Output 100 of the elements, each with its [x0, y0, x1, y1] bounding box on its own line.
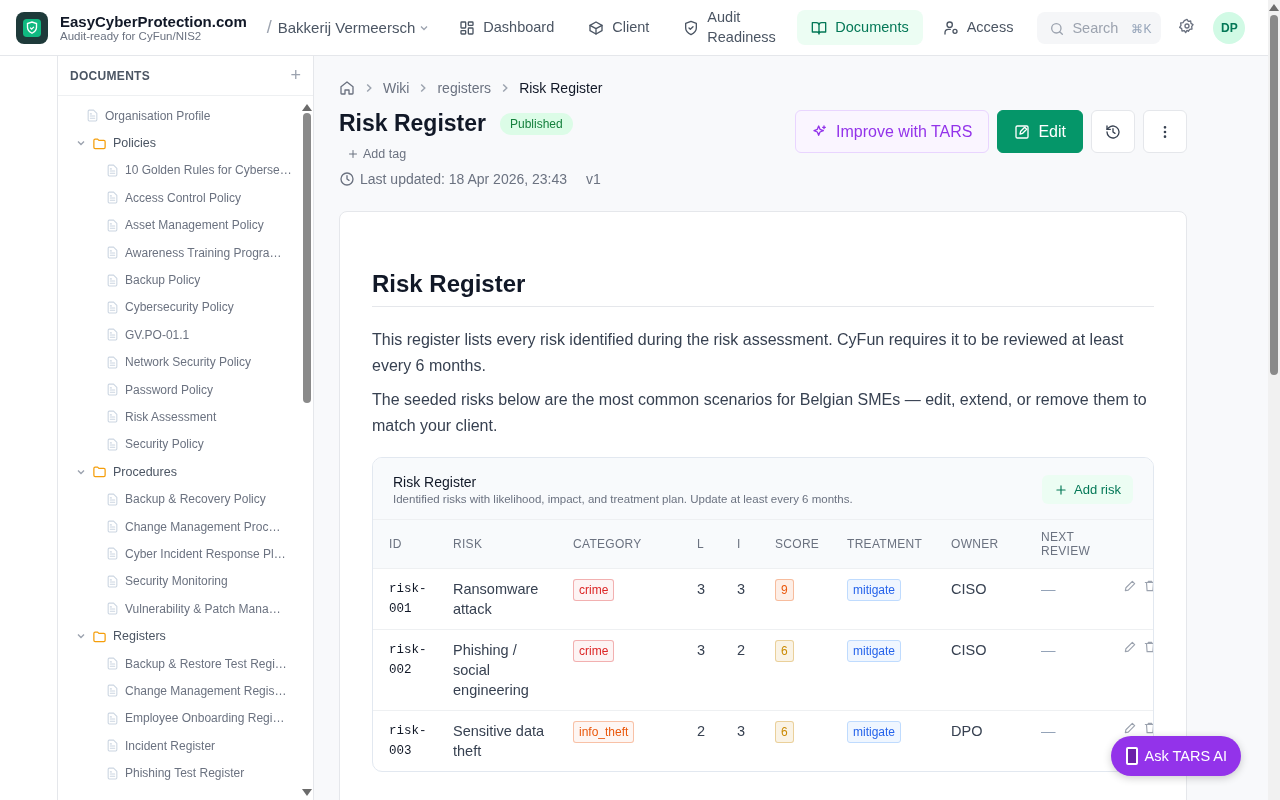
- table-cell: CISO: [935, 629, 1025, 711]
- sidebar-item[interactable]: Network Security Policy: [125, 355, 252, 370]
- sidebar-item[interactable]: Cyber Incident Response Pl…: [125, 546, 286, 561]
- column-header: I: [721, 519, 759, 569]
- sidebar-item[interactable]: Security Monitoring: [125, 574, 228, 589]
- pencil-icon: [1123, 579, 1137, 593]
- table-subtitle: Identified risks with likelihood, impact, and treatment plan. Update at least every 6 months.: [393, 493, 853, 505]
- shortcut-hint: ⌘K: [1131, 21, 1152, 36]
- version-label: v1: [586, 171, 601, 187]
- trash-icon: [1143, 640, 1153, 654]
- table-cell: Ransomware attack: [437, 568, 557, 630]
- user-avatar[interactable]: DP: [1213, 11, 1246, 44]
- table-cell: DPO: [935, 710, 1025, 771]
- file-icon: [106, 547, 119, 561]
- sidebar-item[interactable]: Change Management Regis…: [125, 683, 287, 698]
- folder-icon: [92, 135, 107, 151]
- table-cell: risk-002: [373, 629, 437, 711]
- nav-tab[interactable]: Audit Readiness: [669, 0, 792, 56]
- column-header: RISK: [437, 519, 557, 569]
- treatment-tag: mitigate: [847, 579, 902, 601]
- add-tag-button[interactable]: Add tag: [347, 147, 407, 161]
- sidebar-folder[interactable]: Registers: [113, 629, 166, 644]
- table-title: Risk Register: [393, 474, 478, 490]
- edit-button[interactable]: Edit: [997, 110, 1083, 153]
- category-tag: crime: [573, 640, 615, 662]
- workspace-selector[interactable]: Bakkerij Vermeersch: [277, 19, 430, 36]
- sidebar-item[interactable]: Incident Register: [125, 738, 216, 753]
- sidebar-item[interactable]: Phishing Test Register: [125, 766, 245, 781]
- folder-icon: [92, 464, 107, 480]
- file-icon: [106, 602, 119, 616]
- file-icon: [106, 273, 119, 287]
- sidebar-item[interactable]: Backup & Restore Test Regi…: [125, 656, 287, 671]
- file-icon: [106, 246, 119, 260]
- sidebar-item[interactable]: Backup Policy: [125, 273, 201, 288]
- sidebar-title: DOCUMENTS: [70, 68, 151, 83]
- sidebar-item[interactable]: Access Control Policy: [125, 190, 242, 205]
- ask-assistant-button[interactable]: Ask TARS AI: [1110, 736, 1241, 776]
- column-header: NEXT REVIEW: [1025, 519, 1107, 569]
- file-icon: [106, 766, 119, 780]
- clock-icon: [339, 171, 355, 187]
- nav-tab[interactable]: Access: [928, 9, 1028, 46]
- nav-tab[interactable]: Documents: [797, 9, 923, 46]
- pencil-icon: [1123, 721, 1137, 735]
- file-icon: [86, 109, 99, 123]
- column-header: TREATMENT: [831, 519, 935, 569]
- paragraph: The seeded risks below are the most common scenarios for Belgian SMEs — edit, extend, or remove them to match your client.: [372, 390, 1148, 436]
- column-header: CATEGORY: [557, 519, 681, 569]
- sidebar-item[interactable]: 10 Golden Rules for Cyberse…: [125, 163, 292, 178]
- page-scrollbar[interactable]: [1268, 0, 1280, 800]
- sidebar-item[interactable]: Asset Management Policy: [125, 218, 264, 233]
- sidebar-item[interactable]: Security Policy: [125, 437, 204, 452]
- sidebar-item[interactable]: Risk Assessment: [125, 410, 217, 424]
- shield-icon: [683, 19, 700, 36]
- sidebar-item[interactable]: Change Management Proc…: [125, 519, 281, 534]
- sidebar-item[interactable]: Vulnerability & Patch Mana…: [125, 601, 281, 616]
- treatment-tag: mitigate: [847, 721, 902, 743]
- nav-tab[interactable]: Client: [574, 9, 664, 46]
- score-badge: 6: [775, 721, 794, 743]
- add-document-button[interactable]: +: [290, 65, 301, 86]
- improve-button[interactable]: Improve with TARS: [795, 110, 990, 153]
- file-icon: [106, 163, 119, 177]
- sidebar-item[interactable]: Awareness Training Progra…: [125, 245, 282, 260]
- trash-icon: [1143, 721, 1153, 735]
- table-cell: —: [1025, 568, 1107, 630]
- category-tag: info_theft: [573, 721, 635, 743]
- trash-icon: [1143, 579, 1153, 593]
- file-icon: [106, 355, 119, 369]
- file-icon: [106, 383, 119, 397]
- sidebar-item[interactable]: Password Policy: [125, 382, 214, 397]
- breadcrumb-separator: /: [266, 17, 272, 38]
- sidebar-item[interactable]: Employee Onboarding Regi…: [125, 711, 285, 726]
- table-cell: 2: [681, 710, 721, 771]
- table-cell: risk-003: [373, 710, 437, 771]
- status-badge: Published: [500, 112, 573, 135]
- folder-icon: [92, 628, 107, 644]
- nav-tab[interactable]: Dashboard: [445, 9, 569, 46]
- sidebar-item[interactable]: Cybersecurity Policy: [125, 300, 234, 315]
- breadcrumb-item[interactable]: Wiki: [383, 80, 410, 96]
- settings-icon: [1179, 17, 1196, 34]
- sidebar-item[interactable]: Organisation Profile: [105, 108, 211, 123]
- sidebar-item[interactable]: Backup & Recovery Policy: [125, 492, 266, 507]
- add-risk-button[interactable]: Add risk: [1042, 475, 1133, 504]
- column-header: L: [681, 519, 721, 569]
- table-cell: 3: [681, 568, 721, 630]
- home-icon: [339, 80, 355, 96]
- grid-icon: [459, 19, 476, 36]
- user-gear-icon: [942, 19, 959, 36]
- file-icon: [106, 218, 119, 232]
- breadcrumb-item[interactable]: registers: [437, 80, 492, 96]
- app-logo[interactable]: [16, 11, 48, 44]
- table-cell: Sensitive data theft: [437, 710, 557, 771]
- breadcrumb-item: Risk Register: [519, 80, 603, 96]
- search-icon: [1049, 20, 1066, 37]
- file-icon: [106, 657, 119, 670]
- sidebar-folder[interactable]: Policies: [113, 136, 157, 151]
- pencil-icon: [1123, 640, 1137, 654]
- sidebar-folder[interactable]: Procedures: [113, 464, 177, 479]
- history-button[interactable]: [1091, 110, 1135, 153]
- sidebar-item[interactable]: GV.PO-01.1: [125, 327, 190, 342]
- document-heading: Risk Register: [372, 270, 1154, 307]
